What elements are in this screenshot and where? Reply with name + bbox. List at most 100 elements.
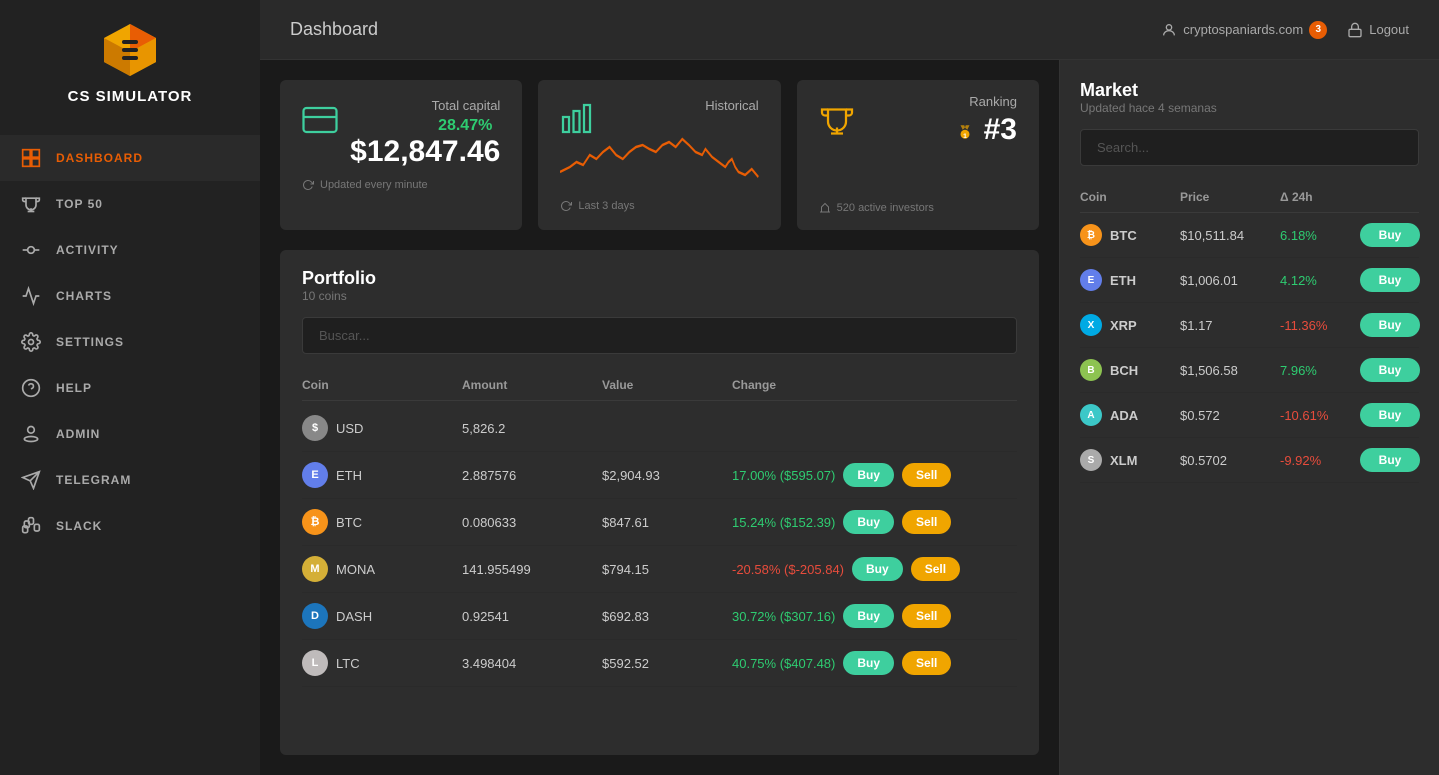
market-coin-xlm: S XLM [1080, 449, 1180, 471]
main-panel: Total capital 28.47% $12,847.46 Updated … [260, 60, 1059, 775]
market-change-xlm: -9.92% [1280, 453, 1360, 468]
sidebar-item-activity[interactable]: ACTIVITY [0, 227, 260, 273]
sidebar-item-admin[interactable]: ADMIN [0, 411, 260, 457]
market-search-input[interactable] [1080, 129, 1419, 166]
amount-ltc: 3.498404 [462, 656, 602, 671]
change-btc: 15.24% ($152.39) [732, 515, 835, 530]
value-eth: $2,904.93 [602, 468, 732, 483]
logout-label: Logout [1369, 22, 1409, 37]
buy-ltc-button[interactable]: Buy [843, 651, 894, 675]
market-coin-ada: A ADA [1080, 404, 1180, 426]
sell-btc-button[interactable]: Sell [902, 510, 951, 534]
coin-cell-dash: D DASH [302, 603, 462, 629]
logo-icon [100, 20, 160, 80]
market-col-action [1360, 190, 1420, 204]
sidebar-item-settings[interactable]: SETTINGS [0, 319, 260, 365]
market-title: Market [1080, 80, 1419, 101]
card-total-value: $12,847.46 [350, 135, 500, 168]
coin-dot-mona: M [302, 556, 328, 582]
ranking-icon [819, 102, 855, 141]
sidebar-label-admin: ADMIN [56, 427, 100, 441]
market-row: A ADA $0.572 -10.61% Buy [1080, 393, 1419, 438]
card-total-capital: Total capital 28.47% $12,847.46 Updated … [280, 80, 522, 230]
coin-dot-eth: E [302, 462, 328, 488]
market-buy-btc-button[interactable]: Buy [1360, 223, 1420, 247]
buy-eth-button[interactable]: Buy [843, 463, 894, 487]
card-ranking-header: Ranking [969, 94, 1017, 109]
sidebar-item-telegram[interactable]: TELEGRAM [0, 457, 260, 503]
portfolio-search[interactable] [302, 317, 1017, 354]
bar-chart-icon [560, 102, 596, 141]
settings-icon [20, 331, 42, 353]
trophy-icon [20, 193, 42, 215]
coin-name-usd: USD [336, 421, 363, 436]
market-coin-name-btc: BTC [1110, 228, 1137, 243]
table-row: M MONA 141.955499 $794.15 -20.58% ($-205… [302, 546, 1017, 593]
main-content: Dashboard cryptospaniards.com 3 Logout [260, 0, 1439, 775]
portfolio-table-header: Coin Amount Value Change [302, 370, 1017, 401]
sidebar-item-charts[interactable]: CHARTS [0, 273, 260, 319]
card-ranking-footer: 520 active investors [819, 202, 934, 214]
portfolio-section: Portfolio 10 coins Coin Amount Value Cha… [280, 250, 1039, 755]
market-change-bch: 7.96% [1280, 363, 1360, 378]
content-area: Total capital 28.47% $12,847.46 Updated … [260, 60, 1439, 775]
card-historical-footer-text: Last 3 days [578, 200, 634, 212]
sidebar-item-top50[interactable]: TOP 50 [0, 181, 260, 227]
sidebar-label-telegram: TELEGRAM [56, 473, 131, 487]
sidebar-item-slack[interactable]: SLACK [0, 503, 260, 549]
market-change-ada: -10.61% [1280, 408, 1360, 423]
market-change-eth: 4.12% [1280, 273, 1360, 288]
topbar-right: cryptospaniards.com 3 Logout [1161, 21, 1409, 39]
change-cell-dash: 30.72% ($307.16) Buy Sell [732, 604, 1017, 628]
sidebar-item-dashboard[interactable]: DASHBOARD [0, 135, 260, 181]
telegram-icon [20, 469, 42, 491]
portfolio-title: Portfolio [302, 268, 1017, 289]
market-price-xrp: $1.17 [1180, 318, 1280, 333]
card-total-percent: 28.47% [438, 117, 492, 134]
amount-dash: 0.92541 [462, 609, 602, 624]
market-buy-eth-button[interactable]: Buy [1360, 268, 1420, 292]
coin-name-mona: MONA [336, 562, 375, 577]
buy-btc-button[interactable]: Buy [843, 510, 894, 534]
cards-row: Total capital 28.47% $12,847.46 Updated … [280, 80, 1039, 230]
coin-cell-eth: E ETH [302, 462, 462, 488]
col-value: Value [602, 378, 732, 392]
market-buy-xlm-button[interactable]: Buy [1360, 448, 1420, 472]
lock-icon [1347, 22, 1363, 38]
market-buy-bch-button[interactable]: Buy [1360, 358, 1420, 382]
topbar-logout[interactable]: Logout [1347, 22, 1409, 38]
dashboard-icon [20, 147, 42, 169]
amount-eth: 2.887576 [462, 468, 602, 483]
market-coin-btc: ₿ BTC [1080, 224, 1180, 246]
sidebar-label-top50: TOP 50 [56, 197, 103, 211]
coin-name-eth: ETH [336, 468, 362, 483]
crown-icon [819, 202, 831, 214]
market-buy-ada-button[interactable]: Buy [1360, 403, 1420, 427]
portfolio-subtitle: 10 coins [302, 289, 1017, 303]
market-subtitle: Updated hace 4 semanas [1080, 101, 1419, 115]
sidebar-label-slack: SLACK [56, 519, 102, 533]
value-mona: $794.15 [602, 562, 732, 577]
sell-ltc-button[interactable]: Sell [902, 651, 951, 675]
buy-mona-button[interactable]: Buy [852, 557, 903, 581]
table-row: ₿ BTC 0.080633 $847.61 15.24% ($152.39) … [302, 499, 1017, 546]
market-coin-eth: E ETH [1080, 269, 1180, 291]
market-col-change: Δ 24h [1280, 190, 1360, 204]
market-col-coin: Coin [1080, 190, 1180, 204]
sell-eth-button[interactable]: Sell [902, 463, 951, 487]
buy-dash-button[interactable]: Buy [843, 604, 894, 628]
change-cell-ltc: 40.75% ($407.48) Buy Sell [732, 651, 1017, 675]
market-price-eth: $1,006.01 [1180, 273, 1280, 288]
coin-dot-btc: ₿ [302, 509, 328, 535]
table-row: E ETH 2.887576 $2,904.93 17.00% ($595.07… [302, 452, 1017, 499]
sidebar-item-help[interactable]: HELP [0, 365, 260, 411]
table-row: L LTC 3.498404 $592.52 40.75% ($407.48) … [302, 640, 1017, 687]
market-buy-xrp-button[interactable]: Buy [1360, 313, 1420, 337]
sidebar-label-charts: CHARTS [56, 289, 112, 303]
sell-mona-button[interactable]: Sell [911, 557, 960, 581]
table-row: $ USD 5,826.2 [302, 405, 1017, 452]
sell-dash-button[interactable]: Sell [902, 604, 951, 628]
market-change-btc: 6.18% [1280, 228, 1360, 243]
rank-value-row: 1 #3 [956, 113, 1017, 147]
coin-cell-btc: ₿ BTC [302, 509, 462, 535]
